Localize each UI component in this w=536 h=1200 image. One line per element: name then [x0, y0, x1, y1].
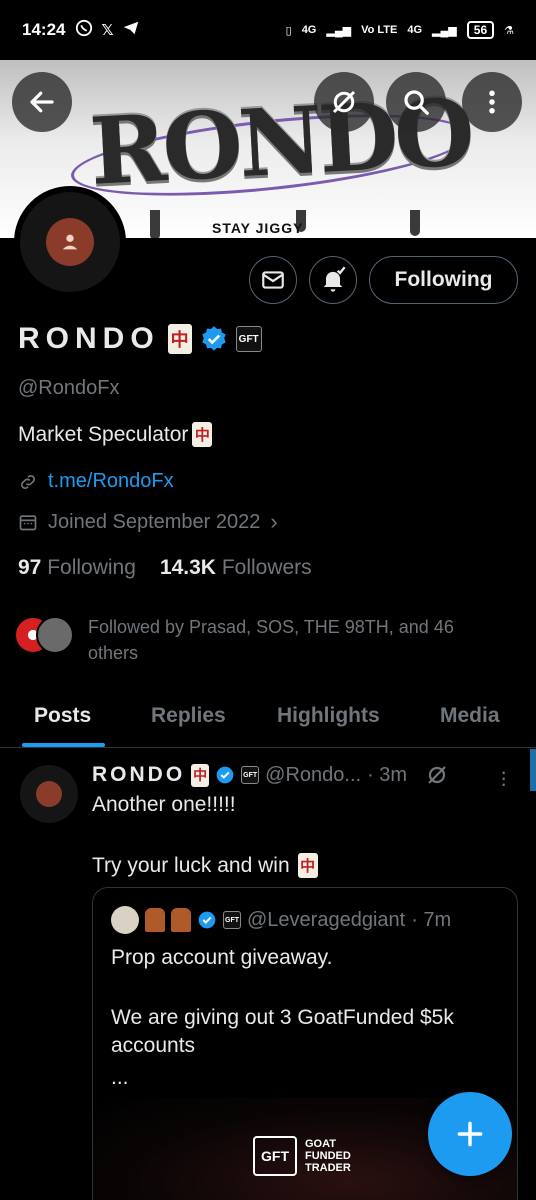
network-indicator-1: 4G — [301, 24, 317, 36]
notifications-button[interactable] — [309, 256, 357, 304]
follow-stats: 97 Following 14.3K Followers — [18, 556, 312, 580]
tab-highlights[interactable]: Highlights — [277, 704, 380, 728]
plus-icon — [457, 1121, 483, 1147]
more-vertical-icon — [489, 90, 495, 114]
post-author-name[interactable]: RONDO — [92, 763, 185, 787]
chevron-right-icon: › — [270, 509, 278, 534]
link-icon — [21, 474, 35, 489]
profile-link[interactable]: t.me/RondoFx — [48, 470, 174, 493]
following-count: 97 — [18, 556, 42, 579]
status-bar: 14:24 𝕏 ▯ 4G ▂▄▆ Vo LTE 4G ▂▄▆ 56 ⚗ — [0, 0, 536, 60]
search-icon — [404, 90, 429, 115]
mahjong-emoji-icon: 中 — [192, 422, 213, 447]
verified-badge-icon[interactable] — [200, 325, 228, 353]
followers-stat[interactable]: 14.3K Followers — [160, 556, 312, 580]
x-logo-icon: 𝕏 — [101, 22, 114, 39]
goat-funded-logo: GFT GOAT FUNDED TRADER — [253, 1136, 351, 1176]
quoted-author-avatar — [111, 906, 139, 934]
following-stat[interactable]: 97 Following — [18, 556, 136, 580]
quoted-post-header: GFT @Leveragedgiant · 7m — [111, 906, 451, 934]
tab-replies[interactable]: Replies — [151, 704, 226, 728]
grok-icon[interactable] — [425, 763, 449, 787]
post-text-line-1: Another one!!!!! — [92, 793, 236, 816]
mahjong-emoji-icon: 中 — [191, 763, 210, 787]
quoted-author-handle: @Leveragedgiant — [247, 908, 406, 931]
following-label: Following — [47, 556, 136, 579]
search-button[interactable] — [386, 72, 446, 132]
followed-by-avatars — [14, 614, 74, 654]
scroll-indicator — [530, 749, 536, 791]
back-button[interactable] — [12, 72, 72, 132]
avatar-person-icon — [46, 218, 94, 266]
network-indicator-2: Vo LTE — [361, 24, 398, 36]
post-text-line-2: Try your luck and win 中 — [92, 853, 318, 878]
calendar-icon — [19, 515, 37, 531]
gft-logo-mark: GFT — [253, 1136, 297, 1176]
quoted-text-3: ... — [111, 1066, 129, 1089]
network-indicator-3: 4G — [407, 24, 423, 36]
grok-icon — [332, 90, 356, 114]
profile-name: RONDO — [18, 322, 160, 355]
quoted-text-2: We are giving out 3 GoatFunded $5k accou… — [111, 1006, 454, 1057]
profile-name-row: RONDO 中 GFT — [18, 322, 262, 356]
followed-by-text: Followed by Prasad, SOS, THE 98TH, and 4… — [88, 617, 454, 663]
verified-badge-icon — [216, 766, 234, 784]
bio-text: Market Speculator — [18, 422, 189, 446]
person-emoji-icon — [145, 908, 165, 932]
joined-date: Joined September 2022 — [48, 510, 261, 533]
grok-button[interactable] — [314, 72, 374, 132]
post-text-line-2-label: Try your luck and win — [92, 853, 290, 877]
profile-bio: Market Speculator 中 — [18, 422, 213, 447]
post-time: · 3m — [367, 763, 408, 786]
quoted-text-1: Prop account giveaway. — [111, 946, 333, 969]
logo-line-3: TRADER — [305, 1162, 351, 1174]
quoted-post-time: · 7m — [411, 908, 452, 931]
message-button[interactable] — [249, 256, 297, 304]
banner-drip — [410, 210, 420, 236]
banner-drip — [150, 210, 160, 238]
mahjong-emoji-icon: 中 — [297, 853, 318, 878]
profile-tabs: Posts Replies Highlights Media — [0, 690, 536, 748]
flask-icon: ⚗ — [504, 24, 514, 37]
profile-handle: @RondoFx — [18, 377, 120, 399]
affiliate-badge[interactable]: GFT — [235, 326, 262, 352]
post-author-handle: @Rondo... — [265, 763, 362, 786]
affiliate-badge-icon: GFT — [223, 911, 241, 929]
verified-badge-icon — [198, 911, 216, 929]
post-header: RONDO 中 GFT @Rondo... · 3m — [92, 763, 449, 787]
compose-post-button[interactable] — [428, 1092, 512, 1176]
tab-posts[interactable]: Posts — [34, 704, 91, 728]
logo-line-2: FUNDED — [305, 1150, 351, 1162]
more-options-button[interactable] — [462, 72, 522, 132]
tab-media[interactable]: Media — [440, 704, 500, 728]
signal-icon-2: ▂▄▆ — [432, 24, 457, 37]
followers-count: 14.3K — [159, 556, 216, 579]
telegram-icon — [122, 19, 140, 41]
profile-link-row: t.me/RondoFx — [18, 470, 174, 493]
logo-line-1: GOAT — [305, 1138, 336, 1150]
status-time: 14:24 — [22, 20, 66, 39]
profile-avatar[interactable] — [14, 186, 126, 298]
post-author-avatar[interactable] — [20, 765, 78, 823]
joined-row[interactable]: Joined September 2022 › — [18, 509, 278, 535]
affiliate-badge-icon: GFT — [241, 766, 260, 784]
followers-label: Followers — [221, 556, 312, 579]
follower-avatar — [36, 616, 74, 654]
following-button[interactable]: Following — [369, 256, 518, 304]
mahjong-emoji-icon: 中 — [167, 324, 192, 354]
banner-subtitle: STAY JIGGY — [212, 220, 304, 236]
battery-indicator: 56 — [466, 21, 495, 39]
whatsapp-icon — [75, 19, 93, 41]
arrow-left-icon — [30, 91, 54, 113]
post-more-icon[interactable]: · · · — [500, 761, 507, 795]
person-emoji-icon — [171, 908, 191, 932]
envelope-icon — [262, 271, 284, 289]
active-tab-indicator — [22, 743, 105, 747]
bell-check-icon — [323, 266, 346, 292]
followed-by-row[interactable]: Followed by Prasad, SOS, THE 98TH, and 4… — [14, 614, 508, 666]
vibrate-icon: ▯ — [285, 24, 292, 37]
signal-icon: ▂▄▆ — [326, 24, 352, 37]
